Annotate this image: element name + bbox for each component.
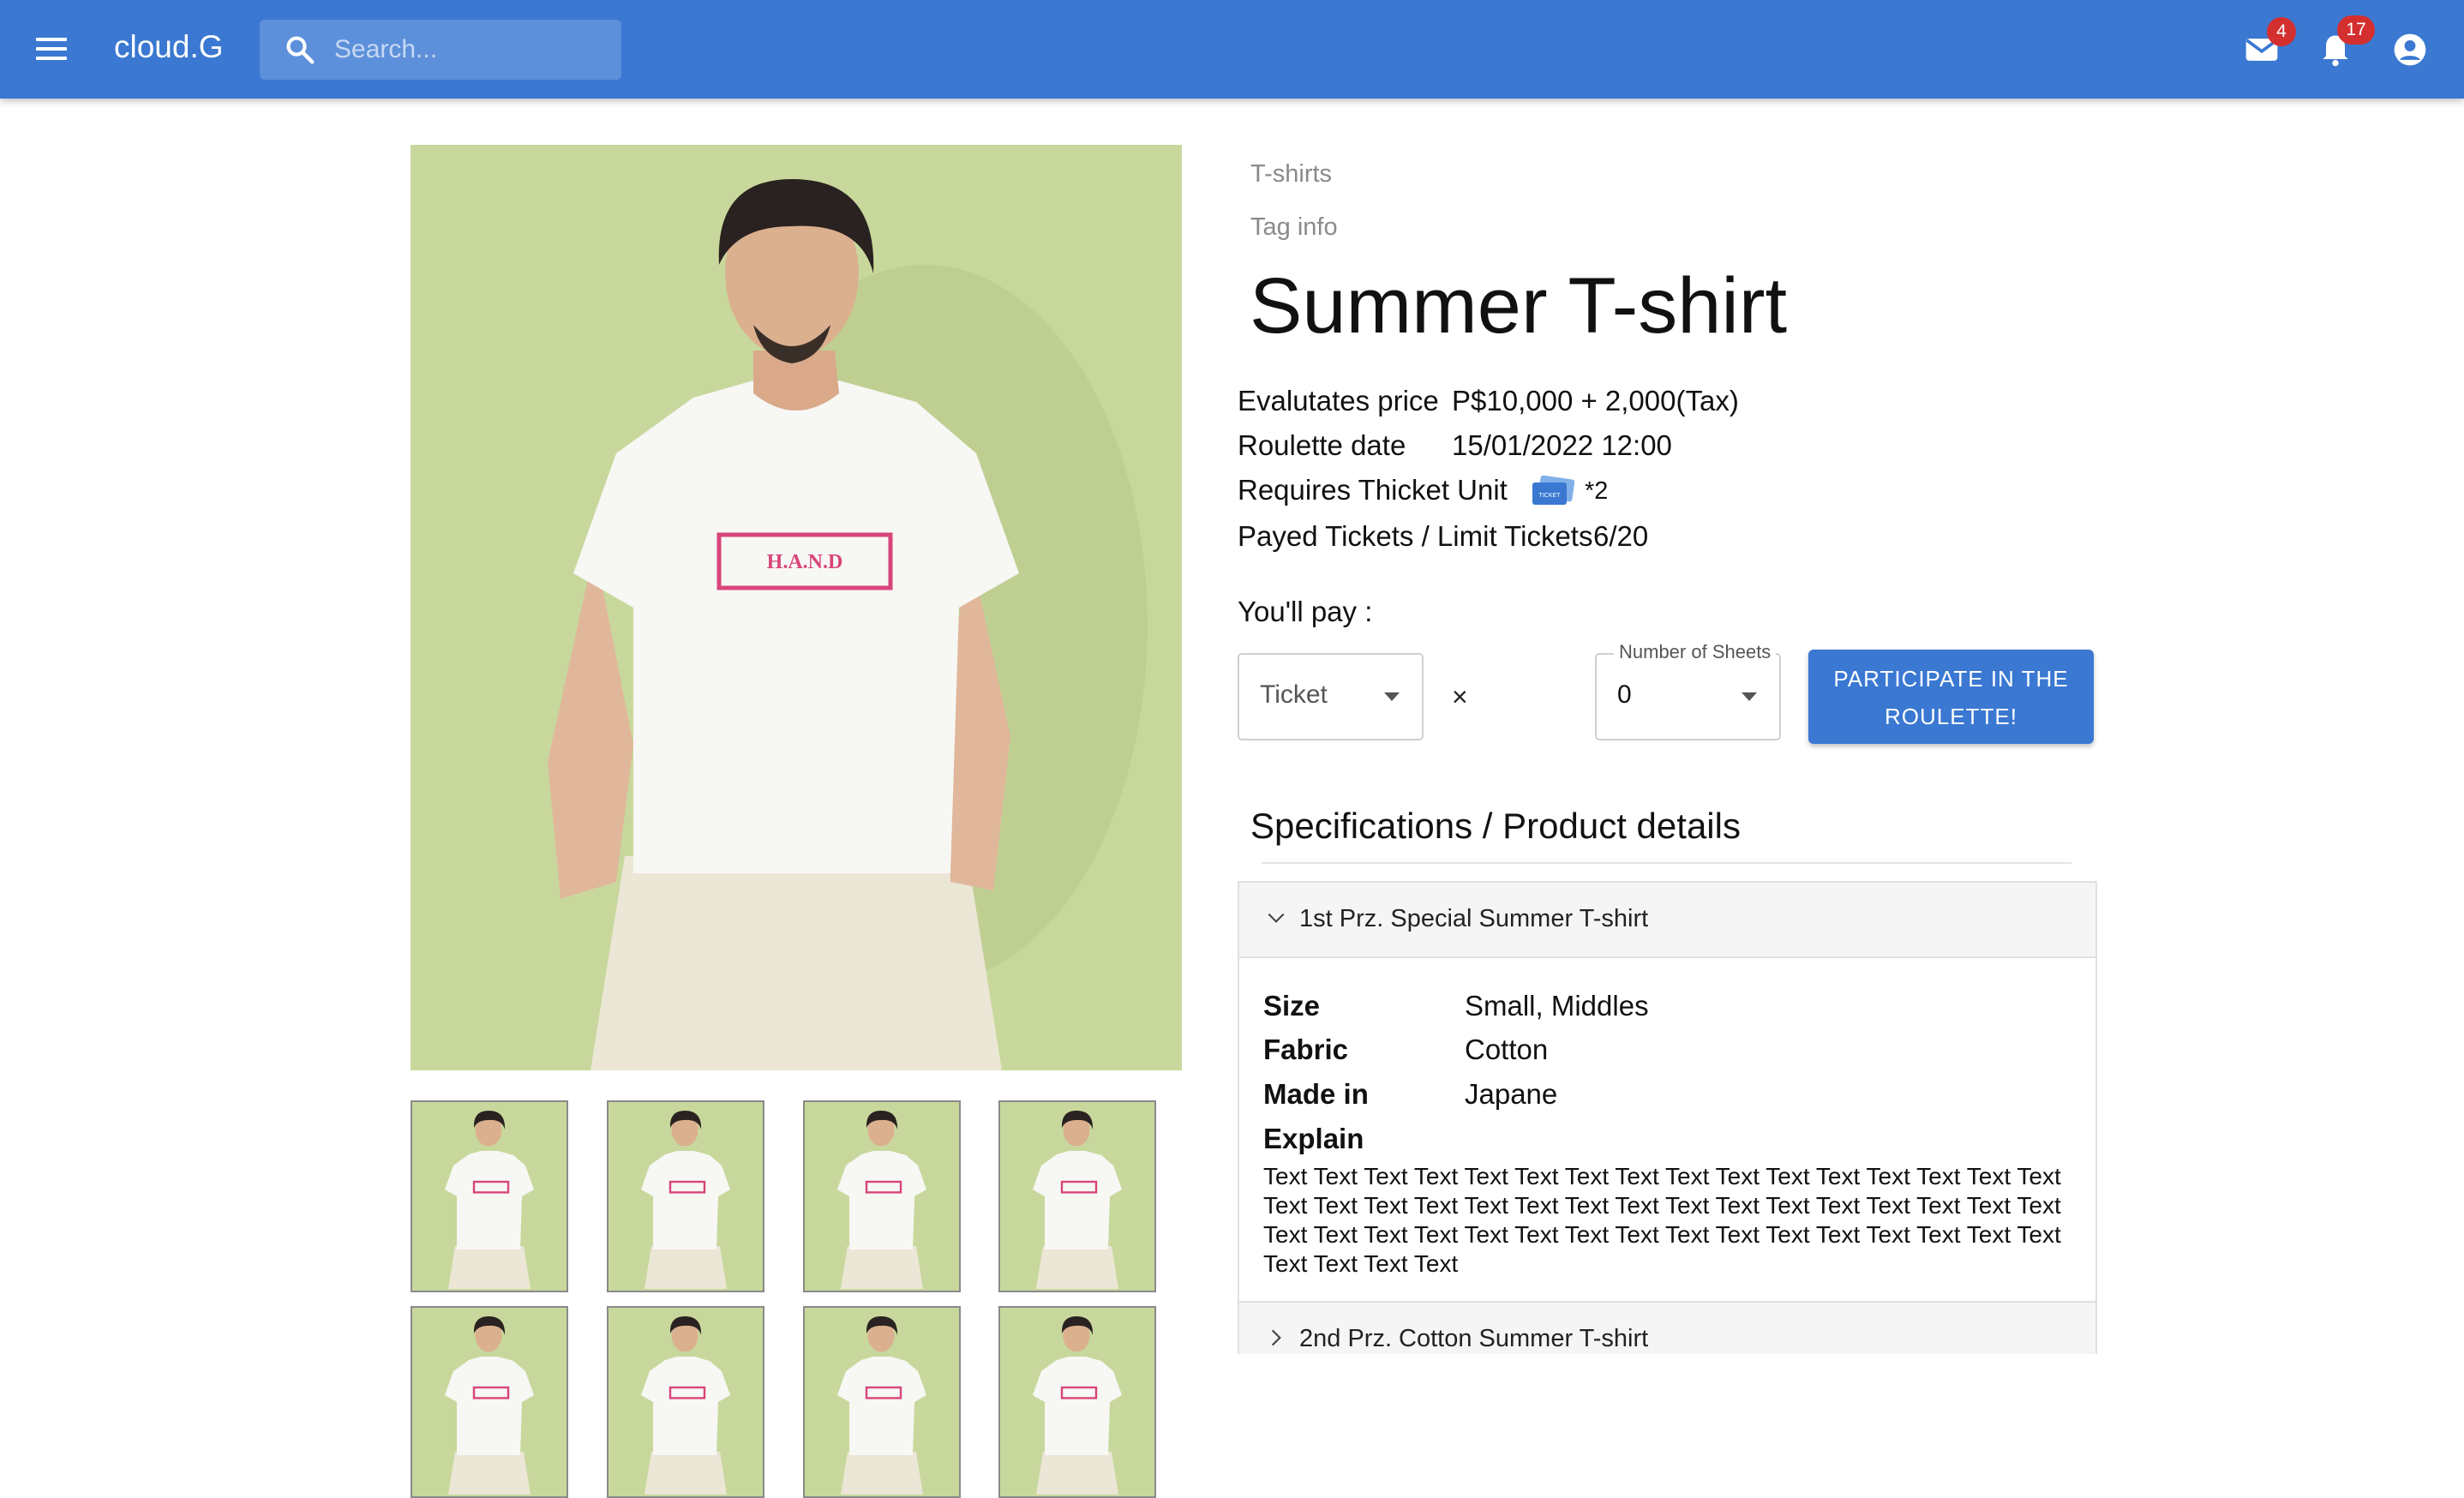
product-title: Summer T-shirt xyxy=(1250,262,1788,350)
ticket-unit-value: *2 xyxy=(1585,477,1609,505)
shirt-print-text: H.A.N.D xyxy=(767,551,843,573)
prize-1-title: 1st Prz. Special Summer T-shirt xyxy=(1299,905,1649,932)
prize-2-accordion-header[interactable]: 2nd Prz. Cotton Summer T-shirt xyxy=(1239,1303,2095,1354)
product-thumbnail[interactable] xyxy=(998,1306,1156,1498)
tag-info[interactable]: Tag info xyxy=(1250,213,1338,242)
cta-line-2: ROULETTE! xyxy=(1885,704,2017,729)
price-value: P$10,000 + 2,000(Tax) xyxy=(1452,385,1739,416)
sheets-select-value: 0 xyxy=(1617,680,1632,709)
search-icon xyxy=(286,36,315,64)
currency-select-value: Ticket xyxy=(1260,680,1328,709)
roulette-date-value: 15/01/2022 12:00 xyxy=(1452,429,1672,461)
spec-size-key: Size xyxy=(1263,990,1321,1022)
tickets-label: Payed Tickets / Limit Tickets xyxy=(1238,520,1593,552)
product-thumbnail[interactable] xyxy=(998,1100,1156,1292)
app-bar: cloud.G 4 17 xyxy=(0,0,2464,99)
chevron-right-icon xyxy=(1271,1329,1281,1346)
spec-made-value: Japane xyxy=(1465,1078,1558,1110)
search-input[interactable] xyxy=(333,32,610,68)
product-thumbnail[interactable] xyxy=(803,1306,961,1498)
search-box[interactable] xyxy=(260,20,621,80)
product-thumbnail[interactable] xyxy=(607,1306,764,1498)
sheets-select[interactable]: Number of Sheets 0 xyxy=(1595,641,1781,740)
ticket-icon: TICKET xyxy=(1531,475,1575,512)
prize-2-title: 2nd Prz. Cotton Summer T-shirt xyxy=(1299,1325,1649,1352)
spec-explain-key: Explain xyxy=(1263,1123,1364,1154)
sheets-label: Number of Sheets xyxy=(1614,641,1777,663)
spec-made-key: Made in xyxy=(1263,1078,1369,1110)
svg-text:TICKET: TICKET xyxy=(1539,493,1562,499)
spec-fabric-value: Cotton xyxy=(1465,1034,1549,1065)
product-main-image[interactable]: H.A.N.D xyxy=(411,145,1182,1070)
currency-select[interactable]: Ticket xyxy=(1238,653,1424,740)
price-label: Evalutates price xyxy=(1238,385,1439,416)
product-thumbnail[interactable] xyxy=(607,1100,764,1292)
spec-size-value: Small, Middles xyxy=(1465,990,1649,1022)
chevron-down-icon xyxy=(1268,913,1285,923)
roulette-date-label: Roulette date xyxy=(1238,429,1406,461)
times-symbol: × xyxy=(1452,681,1468,712)
spec-fabric-key: Fabric xyxy=(1263,1034,1349,1065)
divider xyxy=(1262,862,2071,864)
app-brand[interactable]: cloud.G xyxy=(114,29,224,65)
product-thumbnail[interactable] xyxy=(411,1100,568,1292)
account-circle-icon xyxy=(2394,33,2426,66)
ticket-unit-label: Requires Thicket Unit xyxy=(1238,474,1508,506)
product-thumbnail[interactable] xyxy=(411,1306,568,1498)
notifications-button[interactable]: 17 xyxy=(2311,15,2375,74)
specifications-title: Specifications / Product details xyxy=(1250,806,1741,846)
category-link[interactable]: T-shirts xyxy=(1250,160,1332,189)
youpay-label: You'll pay : xyxy=(1238,596,1373,627)
cta-line-1: PARTICIPATE IN THE xyxy=(1833,666,2069,692)
participate-roulette-button[interactable]: PARTICIPATE IN THE ROULETTE! xyxy=(1808,650,2094,744)
chevron-down-icon xyxy=(1742,692,1757,701)
tickets-value: 6/20 xyxy=(1593,520,1649,552)
prize-1-accordion-header[interactable]: 1st Prz. Special Summer T-shirt xyxy=(1239,883,2095,958)
account-button[interactable] xyxy=(2386,26,2434,74)
notification-badge: 17 xyxy=(2337,15,2375,45)
product-thumbnail[interactable] xyxy=(803,1100,961,1292)
chevron-down-icon xyxy=(1384,692,1400,701)
mail-button[interactable]: 4 xyxy=(2238,17,2296,74)
menu-icon[interactable] xyxy=(33,33,70,65)
spec-explain-text: Text Text Text Text Text Text Text Text … xyxy=(1263,1163,2061,1277)
model-photo-illustration: H.A.N.D xyxy=(411,145,1182,1070)
mail-badge: 4 xyxy=(2267,17,2296,46)
